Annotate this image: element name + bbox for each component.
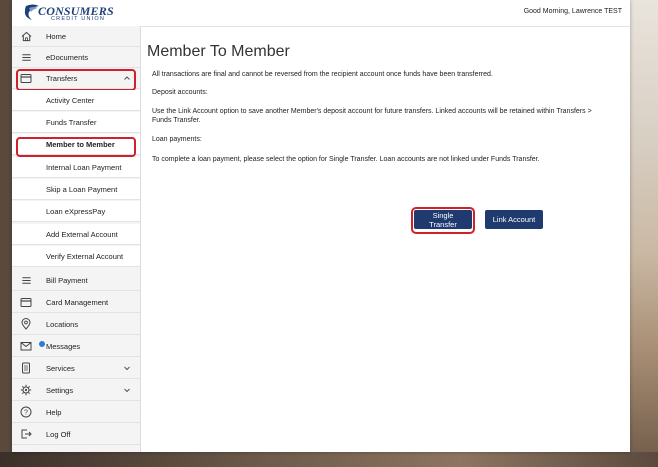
- sidebar-item-label: Skip a Loan Payment: [46, 185, 118, 194]
- sidebar-item-label: Help: [46, 408, 62, 417]
- chevron-down-icon[interactable]: [123, 364, 131, 372]
- sidebar-item-card-management[interactable]: Card Management: [12, 292, 140, 313]
- sidebar-item-label: Funds Transfer: [46, 118, 97, 127]
- member-to-member-highlight-outline: [16, 137, 136, 157]
- app-window: CONSUMERS CREDIT UNION Good Morning, Law…: [12, 0, 630, 452]
- sidebar-item-label: Services: [46, 364, 75, 373]
- gear-icon: [20, 384, 32, 396]
- link-account-button[interactable]: Link Account: [485, 210, 543, 229]
- sidebar-item-label: Log Off: [46, 430, 71, 439]
- deposit-accounts-heading: Deposit accounts:: [152, 89, 208, 96]
- logout-icon: [20, 428, 32, 440]
- sidebar-item-label: Loan eXpressPay: [46, 207, 106, 216]
- sidebar-item-log-off[interactable]: Log Off: [12, 424, 140, 445]
- sidebar-item-verify-external-account[interactable]: Verify External Account: [12, 246, 140, 267]
- transfer-notice: All transactions are final and cannot be…: [152, 71, 493, 78]
- consumers-credit-union-logo[interactable]: CONSUMERS CREDIT UNION: [24, 3, 134, 23]
- sidebar-item-label: Verify External Account: [46, 252, 124, 261]
- notification-badge: [39, 341, 45, 347]
- sidebar-item-label: Settings: [46, 386, 74, 395]
- sidebar-item-label: Locations: [46, 320, 79, 329]
- deposit-accounts-text-line-1: Use the Link Account option to save anot…: [152, 108, 592, 115]
- sidebar-item-settings[interactable]: Settings: [12, 380, 140, 401]
- sidebar-item-messages[interactable]: Messages: [12, 336, 140, 357]
- sidebar-item-label: Bill Payment: [46, 276, 88, 285]
- transfers-highlight-outline: [16, 69, 136, 91]
- sidebar-item-home[interactable]: Home: [12, 26, 140, 47]
- list-icon: [20, 274, 32, 286]
- card-icon: [20, 296, 32, 308]
- sidebar-item-internal-loan-payment[interactable]: Internal Loan Payment: [12, 157, 140, 178]
- list-icon: [20, 51, 32, 63]
- sidebar-item-funds-transfer[interactable]: Funds Transfer: [12, 112, 140, 133]
- sidebar-item-activity-center[interactable]: Activity Center: [12, 90, 140, 111]
- sidebar: Home eDocuments Transfers Activity Cente…: [12, 26, 141, 452]
- background-photo-bottom: [0, 452, 658, 467]
- sidebar-item-bill-payment[interactable]: Bill Payment: [12, 270, 140, 291]
- sidebar-item-edocuments[interactable]: eDocuments: [12, 47, 140, 68]
- svg-text:?: ?: [24, 410, 28, 417]
- sidebar-item-add-external-account[interactable]: Add External Account: [12, 224, 140, 245]
- loan-payments-heading: Loan payments:: [152, 136, 202, 143]
- top-bar: CONSUMERS CREDIT UNION Good Morning, Law…: [12, 0, 630, 27]
- logo-tagline: CREDIT UNION: [51, 16, 106, 22]
- loan-payments-text: To complete a loan payment, please selec…: [152, 156, 540, 163]
- background-photo-right: [630, 0, 658, 467]
- mail-icon: [20, 340, 45, 352]
- sidebar-item-label: eDocuments: [46, 53, 89, 62]
- chevron-down-icon[interactable]: [123, 386, 131, 394]
- sidebar-item-label: Activity Center: [46, 96, 95, 105]
- sidebar-item-loan-expresspay[interactable]: Loan eXpressPay: [12, 201, 140, 222]
- sidebar-item-skip-a-loan-payment[interactable]: Skip a Loan Payment: [12, 179, 140, 200]
- deposit-accounts-text-line-2: Funds Transfer.: [152, 117, 201, 124]
- sidebar-item-label: Messages: [46, 342, 81, 351]
- sidebar-item-help[interactable]: ? Help: [12, 402, 140, 423]
- home-icon: [20, 30, 32, 42]
- single-transfer-button[interactable]: Single Transfer: [414, 210, 472, 229]
- sidebar-item-locations[interactable]: Locations: [12, 314, 140, 335]
- sidebar-item-label: Internal Loan Payment: [46, 163, 122, 172]
- page-title: Member To Member: [147, 43, 290, 60]
- user-greeting: Good Morning, Lawrence TEST: [523, 8, 622, 15]
- location-pin-icon: [20, 318, 32, 330]
- help-icon: ?: [20, 406, 32, 418]
- sidebar-item-services[interactable]: Services: [12, 358, 140, 379]
- sidebar-item-label: Card Management: [46, 298, 109, 307]
- sidebar-item-label: Home: [46, 32, 67, 41]
- document-icon: [20, 362, 32, 374]
- sidebar-item-label: Add External Account: [46, 230, 118, 239]
